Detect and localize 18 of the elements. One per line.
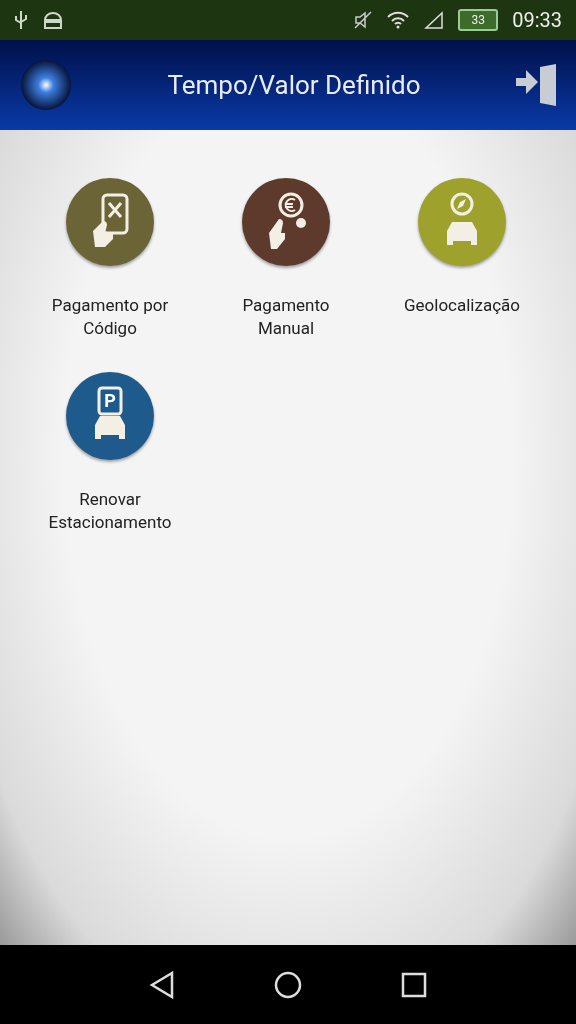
menu-label: Renovar Estacionamento xyxy=(48,488,172,534)
clock: 09:33 xyxy=(512,8,562,32)
menu-button[interactable]: P xyxy=(66,372,154,460)
home-icon[interactable] xyxy=(274,970,302,999)
screen-title: Tempo/Valor Definido xyxy=(166,70,422,100)
recents-icon[interactable] xyxy=(400,971,427,998)
back-icon[interactable] xyxy=(149,970,176,999)
wifi-icon xyxy=(386,11,411,29)
menu-button[interactable] xyxy=(66,178,154,266)
app-logo xyxy=(20,59,72,111)
mute-icon xyxy=(354,11,373,29)
usb-icon xyxy=(14,10,28,30)
battery-level: 33 xyxy=(458,9,499,31)
signal-icon xyxy=(424,11,445,29)
menu-button[interactable] xyxy=(242,178,330,266)
menu-label: Pagamento Manual xyxy=(242,294,330,340)
menu-label: Geolocalização xyxy=(403,294,521,317)
menu-label: Pagamento por Código xyxy=(51,294,169,340)
